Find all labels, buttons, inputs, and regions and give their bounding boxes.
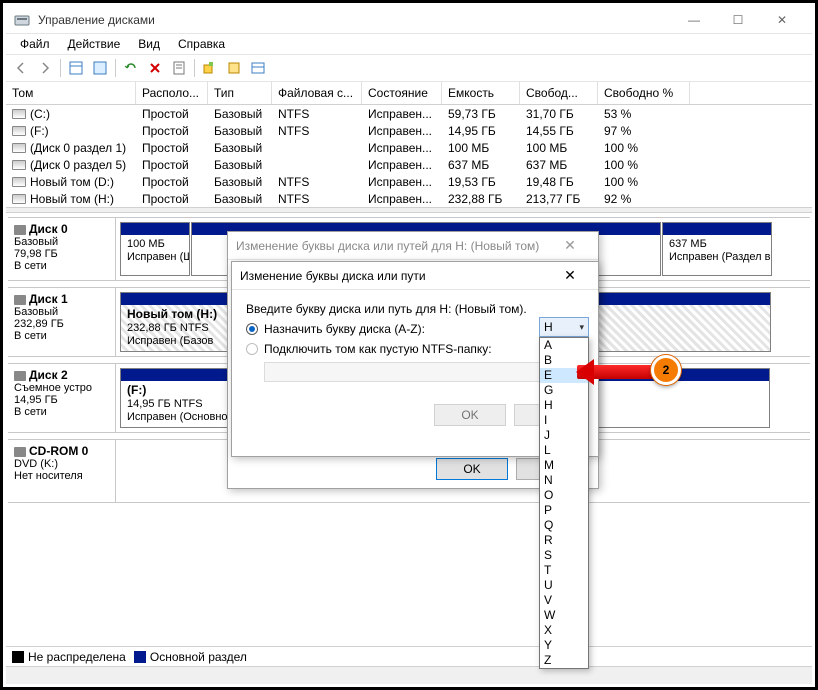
menu-help[interactable]: Справка — [170, 35, 233, 53]
dropdown-item[interactable]: W — [540, 608, 588, 623]
menubar: Файл Действие Вид Справка — [6, 34, 812, 54]
dropdown-item[interactable]: N — [540, 473, 588, 488]
dropdown-item[interactable]: G — [540, 383, 588, 398]
toolbar-icon[interactable] — [89, 57, 111, 79]
dropdown-item[interactable]: P — [540, 503, 588, 518]
toolbar-icon[interactable] — [223, 57, 245, 79]
dropdown-item[interactable]: L — [540, 443, 588, 458]
disk-icon — [14, 371, 26, 381]
col-fs[interactable]: Файловая с... — [272, 82, 362, 104]
close-button[interactable]: ✕ — [760, 6, 804, 34]
radio-icon — [246, 343, 258, 355]
statusbar — [6, 666, 812, 684]
dialog-title: Изменение буквы диска или путей для H: (… — [236, 239, 550, 253]
maximize-button[interactable]: ☐ — [716, 6, 760, 34]
table-row[interactable]: (Диск 0 раздел 5)ПростойБазовыйИсправен.… — [6, 156, 812, 173]
toolbar-icon[interactable] — [247, 57, 269, 79]
table-row[interactable]: (F:)ПростойБазовыйNTFSИсправен...14,95 Г… — [6, 122, 812, 139]
dropdown-item[interactable]: V — [540, 593, 588, 608]
dropdown-item[interactable]: M — [540, 458, 588, 473]
menu-file[interactable]: Файл — [12, 35, 58, 53]
toolbar-icon[interactable] — [199, 57, 221, 79]
annotation-bubble: 2 — [651, 355, 681, 385]
dropdown-item[interactable]: I — [540, 413, 588, 428]
table-row[interactable]: Новый том (H:)ПростойБазовыйNTFSИсправен… — [6, 190, 812, 207]
delete-icon[interactable] — [144, 57, 166, 79]
col-status[interactable]: Состояние — [362, 82, 442, 104]
volume-icon — [12, 126, 26, 136]
dialog-title: Изменение буквы диска или пути — [240, 269, 550, 283]
disk-icon — [14, 295, 26, 305]
app-icon — [14, 12, 30, 28]
forward-icon[interactable] — [34, 57, 56, 79]
dropdown-item[interactable]: J — [540, 428, 588, 443]
col-free[interactable]: Свобод... — [520, 82, 598, 104]
close-icon[interactable]: ✕ — [550, 237, 590, 254]
volume-icon — [12, 194, 26, 204]
minimize-button[interactable]: — — [672, 6, 716, 34]
dropdown-item[interactable]: Y — [540, 638, 588, 653]
ok-button[interactable]: OK — [434, 404, 506, 426]
table-row[interactable]: Новый том (D:)ПростойБазовыйNTFSИсправен… — [6, 173, 812, 190]
disk-icon — [14, 447, 26, 457]
titlebar: Управление дисками — ☐ ✕ — [6, 6, 812, 34]
close-icon[interactable]: ✕ — [550, 267, 590, 284]
toolbar-icon[interactable] — [65, 57, 87, 79]
chevron-down-icon: ▾ — [579, 322, 584, 333]
legend: Не распределена Основной раздел — [6, 646, 812, 666]
drive-letter-combo[interactable]: H ▾ — [539, 317, 589, 337]
annotation-arrow — [577, 365, 653, 379]
dropdown-item[interactable]: U — [540, 578, 588, 593]
refresh-icon[interactable] — [120, 57, 142, 79]
col-volume[interactable]: Том — [6, 82, 136, 104]
drive-letter-dropdown[interactable]: ABEGHIJLMNOPQRSTUVWXYZ — [539, 337, 589, 669]
volume-icon — [12, 160, 26, 170]
radio-assign-letter[interactable]: Назначить букву диска (A-Z): — [246, 322, 584, 336]
table-row[interactable]: (C:)ПростойБазовыйNTFSИсправен...59,73 Г… — [6, 105, 812, 122]
radio-icon — [246, 323, 258, 335]
back-icon[interactable] — [10, 57, 32, 79]
ok-button[interactable]: OK — [436, 458, 508, 480]
col-capacity[interactable]: Емкость — [442, 82, 520, 104]
dialog-instruction: Введите букву диска или путь для H: (Нов… — [246, 302, 584, 316]
toolbar — [6, 54, 812, 82]
partition[interactable]: 100 МБИсправен (Ш — [120, 222, 190, 276]
volume-grid-header: Том Располо... Тип Файловая с... Состоян… — [6, 82, 812, 105]
window-title: Управление дисками — [38, 13, 672, 27]
col-layout[interactable]: Располо... — [136, 82, 208, 104]
menu-view[interactable]: Вид — [130, 35, 168, 53]
legend-primary: Основной раздел — [134, 650, 247, 664]
legend-unallocated: Не распределена — [12, 650, 126, 664]
volume-icon — [12, 143, 26, 153]
dropdown-item[interactable]: X — [540, 623, 588, 638]
volume-icon — [12, 109, 26, 119]
volume-grid[interactable]: (C:)ПростойБазовыйNTFSИсправен...59,73 Г… — [6, 105, 812, 207]
properties-icon[interactable] — [168, 57, 190, 79]
menu-action[interactable]: Действие — [60, 35, 129, 53]
disk-icon — [14, 225, 26, 235]
col-type[interactable]: Тип — [208, 82, 272, 104]
dropdown-item[interactable]: T — [540, 563, 588, 578]
dropdown-item[interactable]: H — [540, 398, 588, 413]
col-freepct[interactable]: Свободно % — [598, 82, 690, 104]
table-row[interactable]: (Диск 0 раздел 1)ПростойБазовыйИсправен.… — [6, 139, 812, 156]
dropdown-item[interactable]: R — [540, 533, 588, 548]
folder-path-input — [264, 362, 554, 382]
dropdown-item[interactable]: A — [540, 338, 588, 353]
radio-mount-folder[interactable]: Подключить том как пустую NTFS-папку: — [246, 342, 584, 356]
partition[interactable]: 637 МБИсправен (Раздел в — [662, 222, 772, 276]
dropdown-item[interactable]: S — [540, 548, 588, 563]
dropdown-item[interactable]: Q — [540, 518, 588, 533]
dropdown-item[interactable]: Z — [540, 653, 588, 668]
dropdown-item[interactable]: O — [540, 488, 588, 503]
volume-icon — [12, 177, 26, 187]
